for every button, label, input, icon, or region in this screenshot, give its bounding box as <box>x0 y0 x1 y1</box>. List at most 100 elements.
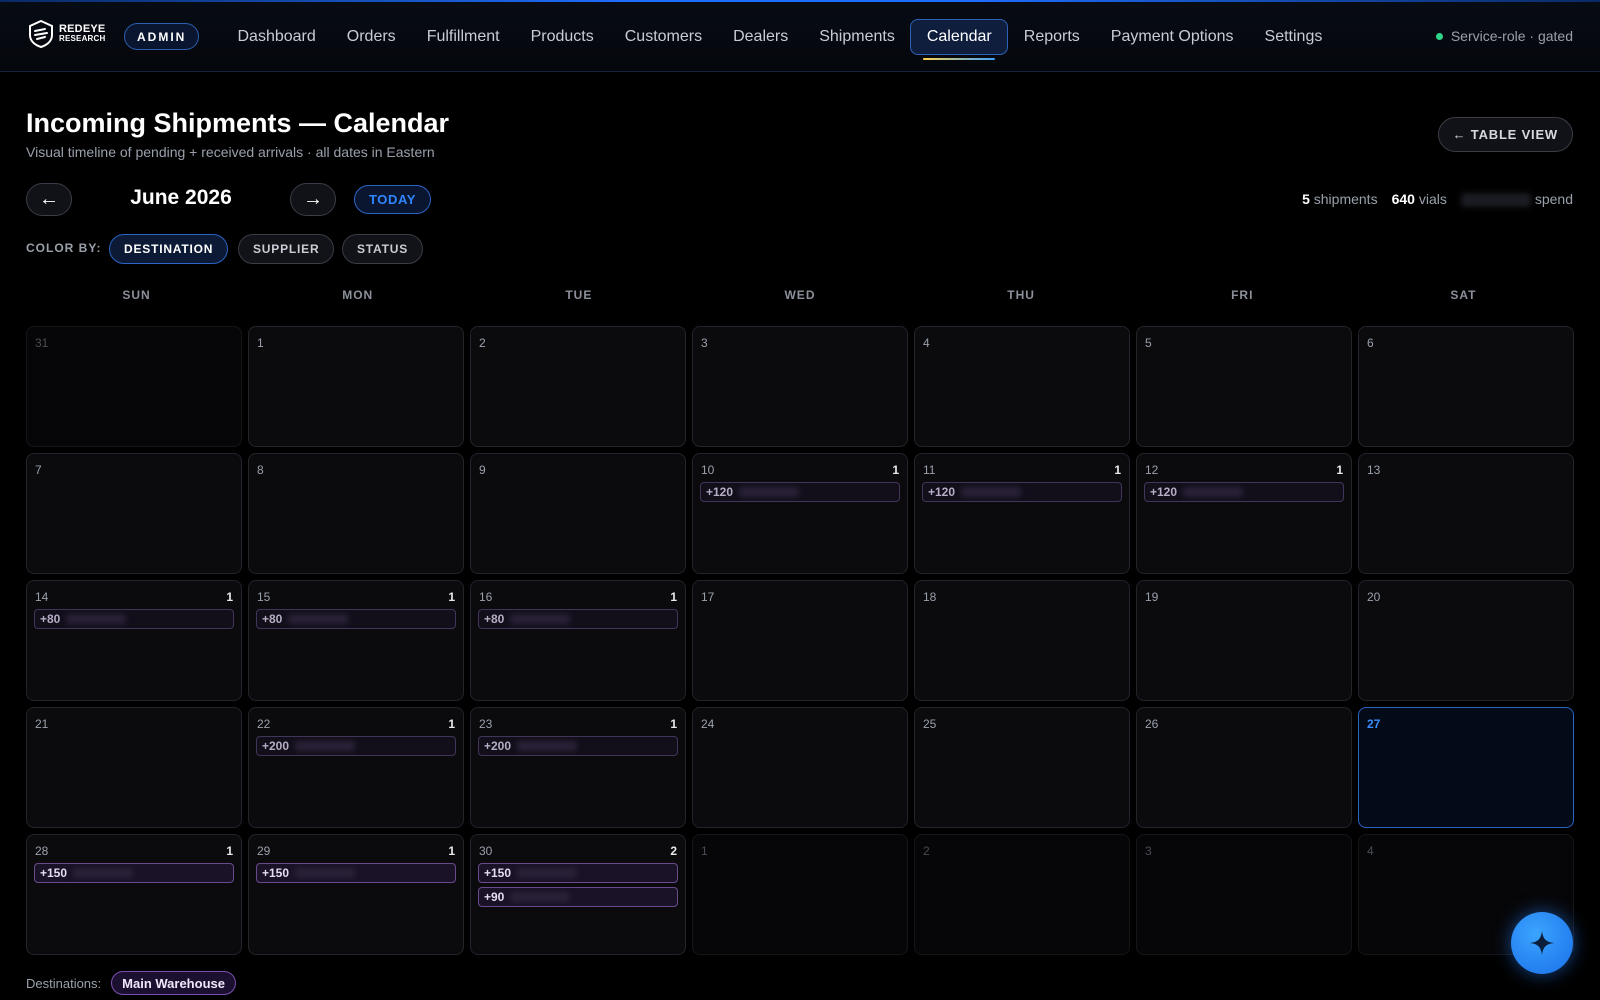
today-button[interactable]: TODAY <box>354 185 432 214</box>
shipment-event[interactable]: +200 <box>256 736 456 756</box>
day-number: 6 <box>1367 336 1374 350</box>
nav-settings[interactable]: Settings <box>1249 19 1338 55</box>
calendar-day[interactable]: 14 1 +80 <box>26 580 242 701</box>
calendar-day[interactable]: 5 <box>1136 326 1352 447</box>
shipment-event[interactable]: +150 <box>34 863 234 883</box>
shipment-redacted-detail <box>961 487 1022 497</box>
shipments-stat: 5 shipments <box>1302 191 1378 207</box>
calendar-day[interactable]: 22 1 +200 <box>248 707 464 828</box>
calendar-day[interactable]: 7 <box>26 453 242 574</box>
day-events: +120 <box>1144 482 1344 502</box>
day-number: 5 <box>1145 336 1152 350</box>
day-number: 7 <box>35 463 42 477</box>
calendar-day[interactable]: 17 <box>692 580 908 701</box>
calendar-day[interactable]: 16 1 +80 <box>470 580 686 701</box>
day-number: 1 <box>257 336 264 350</box>
calendar-day[interactable]: 3 <box>1136 834 1352 955</box>
calendar-day[interactable]: 23 1 +200 <box>470 707 686 828</box>
shipment-event[interactable]: +80 <box>34 609 234 629</box>
calendar-day[interactable]: 20 <box>1358 580 1574 701</box>
color-by-destination[interactable]: DESTINATION <box>109 234 229 264</box>
nav-payment-options[interactable]: Payment Options <box>1095 19 1249 55</box>
calendar-day[interactable]: 6 <box>1358 326 1574 447</box>
day-number: 13 <box>1367 463 1381 477</box>
day-number: 14 <box>35 590 49 604</box>
calendar-day[interactable]: 31 <box>26 326 242 447</box>
weekday-header: SUN MON TUE WED THU FRI SAT <box>26 288 1574 302</box>
logo-line1: REDEYE <box>59 23 106 35</box>
calendar-day[interactable]: 19 <box>1136 580 1352 701</box>
calendar-day[interactable]: 29 1 +150 <box>248 834 464 955</box>
color-by-supplier[interactable]: SUPPLIER <box>238 234 335 264</box>
day-shipment-count: 1 <box>1336 463 1343 477</box>
calendar-day[interactable]: 12 1 +120 <box>1136 453 1352 574</box>
nav-dealers[interactable]: Dealers <box>718 19 804 55</box>
calendar-day[interactable]: 25 <box>914 707 1130 828</box>
color-by-status[interactable]: STATUS <box>342 234 424 264</box>
calendar-day[interactable]: 24 <box>692 707 908 828</box>
nav-dashboard[interactable]: Dashboard <box>222 19 331 55</box>
day-number: 19 <box>1145 590 1159 604</box>
spend-label: spend <box>1534 191 1573 207</box>
page-title: Incoming Shipments — Calendar <box>26 108 450 138</box>
calendar-day-today[interactable]: 27 <box>1358 707 1574 828</box>
month-label: June 2026 <box>130 186 232 209</box>
table-view-button[interactable]: ← TABLE VIEW <box>1437 117 1573 152</box>
day-number: 8 <box>257 463 264 477</box>
shipment-vial-count: +80 <box>484 612 505 626</box>
shipment-vial-count: +90 <box>484 890 505 904</box>
calendar-day[interactable]: 10 1 +120 <box>692 453 908 574</box>
shipment-event[interactable]: +80 <box>256 609 456 629</box>
calendar-day[interactable]: 30 2 +150 +90 <box>470 834 686 955</box>
nav-products[interactable]: Products <box>515 19 609 55</box>
calendar-day[interactable]: 2 <box>914 834 1130 955</box>
summary-stats: 5 shipments 640 vials spend <box>1302 191 1573 208</box>
calendar-day[interactable]: 9 <box>470 453 686 574</box>
nav-reports[interactable]: Reports <box>1008 19 1095 55</box>
brand-logo[interactable]: REDEYE RESEARCH <box>28 20 106 48</box>
day-number: 21 <box>35 717 49 731</box>
calendar-day[interactable]: 15 1 +80 <box>248 580 464 701</box>
shipment-redacted-detail <box>517 868 578 878</box>
day-number: 3 <box>1145 844 1152 858</box>
spend-stat: spend <box>1460 191 1573 208</box>
nav-customers[interactable]: Customers <box>609 19 717 55</box>
shipment-event[interactable]: +200 <box>478 736 678 756</box>
calendar-day[interactable]: 28 1 +150 <box>26 834 242 955</box>
shipment-event[interactable]: +90 <box>478 887 678 907</box>
shipment-event[interactable]: +150 <box>478 863 678 883</box>
shipment-redacted-detail <box>295 741 356 751</box>
shipment-event[interactable]: +120 <box>1144 482 1344 502</box>
legend-main-warehouse[interactable]: Main Warehouse <box>111 971 236 995</box>
calendar-day[interactable]: 1 <box>692 834 908 955</box>
shipment-event[interactable]: +120 <box>922 482 1122 502</box>
day-shipment-count: 2 <box>670 844 677 858</box>
day-number: 25 <box>923 717 937 731</box>
shipment-event[interactable]: +120 <box>700 482 900 502</box>
calendar-day[interactable]: 18 <box>914 580 1130 701</box>
nav-orders[interactable]: Orders <box>331 19 411 55</box>
assistant-fab-button[interactable] <box>1511 912 1573 974</box>
calendar-day[interactable]: 11 1 +120 <box>914 453 1130 574</box>
calendar-day[interactable]: 4 <box>914 326 1130 447</box>
next-month-button[interactable]: → <box>290 183 336 216</box>
shipment-event[interactable]: +150 <box>256 863 456 883</box>
calendar-day[interactable]: 21 <box>26 707 242 828</box>
calendar-day[interactable]: 8 <box>248 453 464 574</box>
calendar-day[interactable]: 13 <box>1358 453 1574 574</box>
day-number: 15 <box>257 590 271 604</box>
day-number: 23 <box>479 717 493 731</box>
prev-month-button[interactable]: ← <box>26 183 72 216</box>
calendar-day[interactable]: 26 <box>1136 707 1352 828</box>
calendar-day[interactable]: 2 <box>470 326 686 447</box>
calendar-day[interactable]: 1 <box>248 326 464 447</box>
nav-shipments[interactable]: Shipments <box>804 19 911 55</box>
calendar-day[interactable]: 3 <box>692 326 908 447</box>
day-events: +150 <box>256 863 456 883</box>
shipment-event[interactable]: +80 <box>478 609 678 629</box>
nav-fulfillment[interactable]: Fulfillment <box>411 19 515 55</box>
nav-calendar[interactable]: Calendar <box>910 19 1009 60</box>
shipment-vial-count: +80 <box>40 612 61 626</box>
color-by-label: COLOR BY: <box>26 241 102 255</box>
shipment-redacted-detail <box>288 614 349 624</box>
